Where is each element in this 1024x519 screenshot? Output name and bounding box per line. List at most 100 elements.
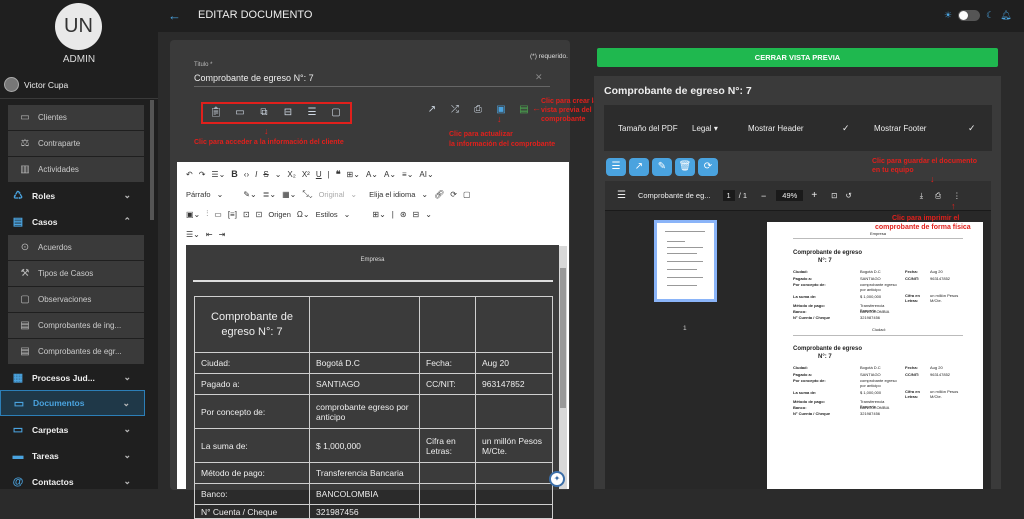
sidebar-item-observaciones[interactable]: ▢ Observaciones xyxy=(8,287,144,312)
chevron-icon[interactable]: ⌄ xyxy=(123,476,131,487)
refresh-icon[interactable]: ⟳ xyxy=(450,190,457,199)
page-thumbnail[interactable] xyxy=(654,220,717,302)
sidebar-item-actividades[interactable]: ▥ Actividades xyxy=(8,157,144,182)
source-button[interactable]: Origen xyxy=(268,210,291,219)
image-icon[interactable]: ▦⌄ xyxy=(282,190,296,199)
list-icon[interactable]: ☰ xyxy=(301,104,323,122)
bold-icon[interactable]: B xyxy=(231,169,238,179)
rotate-icon[interactable]: ↺ xyxy=(845,191,851,200)
chevron-icon[interactable]: ⌄ xyxy=(123,450,131,461)
font-color-icon[interactable]: A⌄ xyxy=(366,170,378,179)
sidebar-item-comprobantes-de-ing[interactable]: ▤ Comprobantes de ing... xyxy=(8,313,144,338)
copy-icon[interactable]: ⧉ xyxy=(253,104,275,122)
page-break-icon[interactable]: ⫶ xyxy=(206,209,208,219)
undo-icon[interactable]: ↶ xyxy=(186,170,193,179)
sidebar-scrollbar[interactable] xyxy=(150,100,154,220)
resize-icon[interactable]: ⤡⌄ xyxy=(302,189,312,199)
special-char-icon[interactable]: ▭ xyxy=(214,210,222,219)
clear-icon[interactable]: ✕ xyxy=(535,72,543,83)
original-dropdown[interactable]: Original xyxy=(319,190,345,199)
create-preview-icon[interactable]: ▤ xyxy=(515,104,533,115)
sidebar-item-comprobantes-de-egr[interactable]: ▤ Comprobantes de egr... xyxy=(8,339,144,364)
paragraph-dropdown[interactable]: Párrafo xyxy=(186,190,211,199)
sidebar-item-casos[interactable]: ▤ Casos ⌃ xyxy=(0,209,145,234)
chevron-down-icon[interactable]: ⌄ xyxy=(350,190,357,199)
chevron-down-icon[interactable]: ⌄ xyxy=(344,210,351,219)
indent-icon[interactable]: ⇥ xyxy=(219,230,226,239)
inbox-icon[interactable]: ⊟ xyxy=(277,104,299,122)
theme-toggle[interactable]: ☀ ☾ 🔔︎ xyxy=(944,10,1012,21)
user-profile[interactable]: Victor Cupa xyxy=(4,77,68,92)
numbered-icon[interactable]: ⊡ xyxy=(243,210,250,219)
chevron-icon[interactable]: ⌄ xyxy=(123,190,131,201)
styles-dropdown[interactable]: Estilos xyxy=(316,210,338,219)
external-link-icon[interactable]: ↗ xyxy=(423,104,441,115)
code-icon[interactable]: ‹› xyxy=(244,170,249,179)
editor-scroll-thumb[interactable] xyxy=(560,268,566,408)
more-options-icon[interactable]: ⋮ xyxy=(953,191,961,200)
underline-icon[interactable]: U xyxy=(316,170,322,179)
avatar[interactable]: UN xyxy=(55,3,102,50)
sidebar-item-tipos-de-casos[interactable]: ⚒ Tipos de Casos xyxy=(8,261,144,286)
table-icon[interactable]: ⊞⌄ xyxy=(347,170,360,179)
sidebar-item-carpetas[interactable]: ▭ Carpetas ⌄ xyxy=(0,417,145,442)
align-icon[interactable]: ☰⌄ xyxy=(211,170,225,179)
download-icon[interactable]: ⤓ xyxy=(920,191,923,201)
shuffle-icon[interactable]: ⤮ xyxy=(446,104,464,115)
zoom-input[interactable]: 49% xyxy=(776,190,804,201)
receipt-table[interactable]: Comprobante de egreso N°: 7 Ciudad: Bogot… xyxy=(194,296,553,519)
bullet-icon[interactable]: ⌄ xyxy=(275,170,282,179)
chevron-icon[interactable]: ⌄ xyxy=(123,424,131,435)
chevron-down-icon[interactable]: ⌄ xyxy=(425,210,432,219)
bell-icon[interactable]: 🔔︎ xyxy=(1000,10,1011,21)
sidebar-item-documentos[interactable]: ▭ Documentos ⌄ xyxy=(0,390,145,416)
source-icon[interactable]: ⊡ xyxy=(256,210,263,219)
edit-icon[interactable]: ✎ xyxy=(652,158,672,176)
menu-icon[interactable]: ☰ xyxy=(617,190,626,201)
sidebar-item-roles[interactable]: ♺ Roles ⌄ xyxy=(0,183,145,208)
chevron-icon[interactable]: ⌄ xyxy=(122,398,130,409)
text-size-icon[interactable]: AI⌄ xyxy=(419,170,433,179)
language-dropdown[interactable]: Elija el idioma xyxy=(369,190,415,199)
outdent-icon[interactable]: ⇤ xyxy=(206,230,213,239)
align-dropdown-icon[interactable]: ≡⌄ xyxy=(402,170,413,179)
chevron-icon[interactable]: ⌃ xyxy=(123,216,131,227)
table-insert-icon[interactable]: ⊞⌄ xyxy=(372,210,385,219)
theme-switch[interactable] xyxy=(958,10,981,21)
zoom-out-icon[interactable]: − xyxy=(761,191,766,201)
indent-icon[interactable]: ≣⌄ xyxy=(263,190,276,199)
italic-icon[interactable]: I xyxy=(255,170,257,179)
subscript-icon[interactable]: X₂ xyxy=(287,170,295,179)
comment-icon[interactable]: ▢ xyxy=(325,104,347,122)
superscript-icon[interactable]: X² xyxy=(302,170,310,179)
sidebar-item-clientes[interactable]: ▭ Clientes xyxy=(8,105,144,130)
accessibility-fab-icon[interactable]: ✦ xyxy=(549,471,565,487)
zoom-in-icon[interactable]: + xyxy=(811,190,817,201)
media-icon[interactable]: ▣⌄ xyxy=(186,210,200,219)
show-footer-checkbox[interactable]: ✓ xyxy=(968,123,976,134)
link-icon[interactable]: 🔗︎ xyxy=(434,190,444,199)
comment-icon[interactable]: ▢ xyxy=(463,190,471,199)
sync-icon[interactable]: ⟳ xyxy=(698,158,718,176)
trash-icon[interactable]: 🗑︎ xyxy=(675,158,695,176)
title-input[interactable]: Comprobante de egreso N°: 7 xyxy=(194,73,314,83)
highlight-icon[interactable]: ✎⌄ xyxy=(243,190,256,199)
list-icon[interactable]: ☰⌄ xyxy=(186,230,200,239)
list-icon[interactable]: ☰ xyxy=(606,158,626,176)
print-icon[interactable]: ⎙ xyxy=(935,191,941,201)
font-icon[interactable]: A⌄ xyxy=(384,170,396,179)
redo-icon[interactable]: ↷ xyxy=(199,170,206,179)
hr-icon[interactable]: [≡] xyxy=(228,210,237,219)
fullscreen-icon[interactable]: ⊟ xyxy=(413,210,420,219)
quote-icon[interactable]: ❝ xyxy=(336,169,341,180)
chevron-down-icon[interactable]: ⌄ xyxy=(217,190,224,199)
omega-icon[interactable]: Ω⌄ xyxy=(297,210,310,219)
show-header-checkbox[interactable]: ✓ xyxy=(842,123,850,134)
printer-icon[interactable]: ⎙ xyxy=(469,104,487,115)
chevron-down-icon[interactable]: ⌄ xyxy=(421,190,428,199)
external-link-icon[interactable]: ↗ xyxy=(629,158,649,176)
folder-icon[interactable]: ▭ xyxy=(229,104,251,122)
fit-page-icon[interactable]: ⊡ xyxy=(831,191,837,200)
sidebar-item-procesos-jud[interactable]: ▦ Procesos Jud... ⌄ xyxy=(0,365,145,390)
sidebar-item-contraparte[interactable]: ⚖ Contraparte xyxy=(8,131,144,156)
